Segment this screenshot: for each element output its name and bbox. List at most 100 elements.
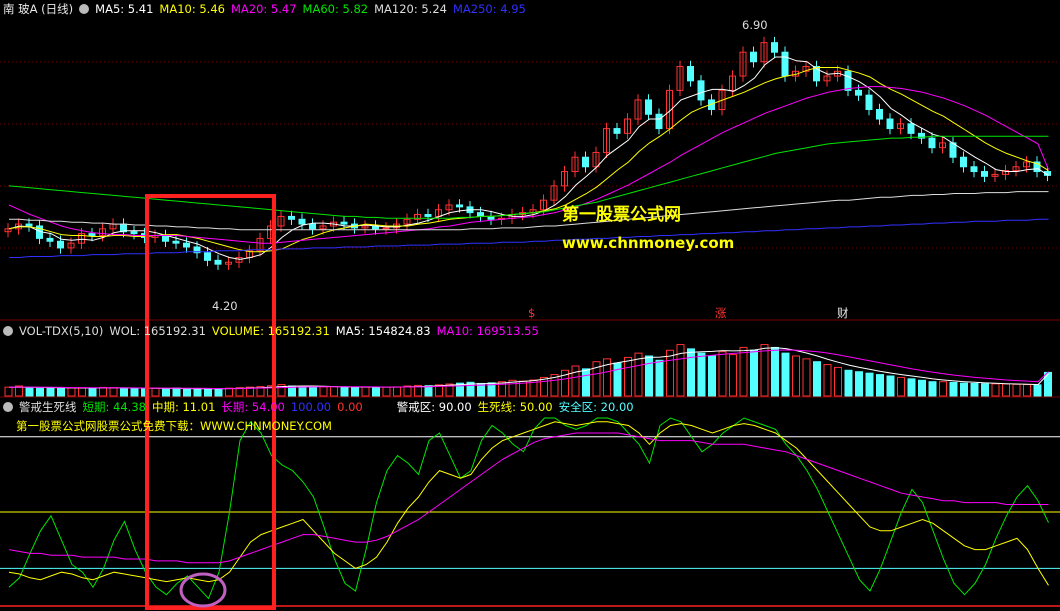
candle-body [645,99,652,115]
candle-body [25,223,33,227]
v100-value: 100.00 [290,400,332,414]
volume-bar [172,387,181,397]
volume-bar [676,344,685,397]
volume-bar [991,383,1000,397]
ind-settings-icon[interactable] [3,402,13,412]
vol-settings-icon[interactable] [3,326,13,336]
volume-bar [907,378,916,397]
volume-bar [78,387,86,397]
volume-bar [666,349,674,397]
low-label: 4.20 [212,299,238,313]
volume-bar [708,355,716,397]
volume-bar [361,386,370,397]
candle-body [687,66,694,82]
vol-ma10-value: MA10: 169513.55 [436,324,539,338]
ma20-value: MA20: 5.47 [230,2,297,16]
volume-bar [67,387,76,397]
marker-cai: 财 [837,306,849,320]
candle-body [750,51,757,63]
volume-bar [340,386,349,397]
volume-bar [130,388,139,397]
volume-bar [718,351,727,397]
vol-indicator-name[interactable]: VOL-TDX(5,10) [19,324,103,338]
ind-name[interactable]: 警戒生死线 [19,400,77,414]
volume-bar [88,387,97,397]
volume-bar [928,381,937,397]
ind-subtitle: 第一股票公式网股票公式免费下载：WWW.CHNMONEY.COM [16,419,332,433]
candle-body [162,235,169,242]
volume-bar [298,386,307,397]
volume-bar [193,388,202,397]
candle-body [204,252,211,261]
volume-bar [309,386,317,397]
volume-bar [582,368,590,397]
ma60-value: MA60: 5.82 [302,2,369,16]
volume-bar [729,354,737,397]
volume-bar [855,371,863,397]
volume-bar [865,372,874,397]
volume-bar [939,381,947,397]
volume-bar [204,388,212,397]
candle-body [928,137,936,149]
settings-circle-icon[interactable] [79,4,90,14]
volume-bar [214,388,223,397]
volume-bar [99,386,107,397]
short-term-value: 短期: 44.38 [82,400,146,414]
volume-bar [319,386,328,397]
volume-bar [655,359,664,397]
volume-bar [36,387,44,397]
marker-dollar: $ [528,306,536,320]
volume-bar [844,369,853,397]
volume-bar [1033,384,1042,397]
volume-bar [750,349,758,397]
marker-zhang: 涨 [715,306,727,320]
candle-body [46,237,54,242]
ma5-value: MA5: 5.41 [95,2,154,16]
volume-bar [739,346,748,397]
candle-body [771,42,778,53]
volume-bar [981,383,989,397]
candle-body [781,51,789,77]
watermark-title: 第一股票公式网 [562,205,681,225]
candle-body [886,118,894,130]
watermark-url: www.chnmoney.com [562,234,735,252]
alert-zone-value: 警戒区: 90.00 [396,400,472,414]
volume-bar [876,374,884,397]
candle-body [865,94,873,110]
candle-body [298,218,306,225]
volume-bar [162,388,170,397]
wol-value: WOL: 165192.31 [109,324,206,338]
candle-body [130,231,138,235]
stock-name[interactable]: 南 玻A (日线) [3,2,73,16]
candle-body [288,215,295,220]
volume-bar [372,386,380,397]
candle-body [57,240,64,249]
candle-body [970,166,978,173]
volume-bar [151,387,160,397]
ma-line-ma60 [8,135,1049,219]
candle-body [456,204,463,208]
candle-body [424,214,432,217]
candle-body [88,233,96,237]
volume-bar [970,382,979,397]
volume-bar [687,348,695,397]
volume-bar [949,381,958,397]
volume-bar [183,388,191,397]
main-header: 南 玻A (日线) MA5: 5.41 MA10: 5.46 MA20: 5.47 MA… [3,2,532,16]
candle-body [697,80,705,101]
volume-bar [1023,384,1031,397]
candle-body [309,223,316,230]
volume-bar [4,386,13,397]
volume-bar [382,386,391,397]
candle-body [876,108,883,120]
volume-bar [918,379,926,397]
volume-bar [46,386,55,397]
volume-bar [1044,371,1052,397]
volume-bar [792,355,800,397]
candle-body [382,227,390,230]
volume-bar [823,364,832,397]
volume-bar [624,356,632,397]
volume-bar [25,387,34,397]
safe-zone-value: 安全区: 20.00 [558,400,634,414]
life-line-value: 生死线: 50.00 [477,400,553,414]
